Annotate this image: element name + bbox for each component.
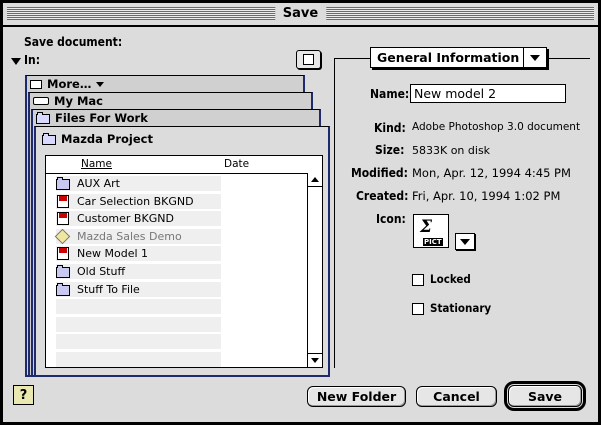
in-label: In: bbox=[24, 53, 41, 67]
cancel-button[interactable]: Cancel bbox=[416, 386, 497, 407]
pict-icon-badge: PICT bbox=[423, 238, 443, 246]
help-button[interactable]: ? bbox=[13, 385, 34, 405]
scroll-down-arrow-icon[interactable] bbox=[308, 353, 322, 367]
list-header: Name Date bbox=[46, 156, 322, 174]
file-list[interactable]: Name Date AUX Art Car Selection BKGND Cust… bbox=[45, 155, 323, 368]
current-folder-header[interactable]: Mazda Project bbox=[38, 131, 322, 147]
kind-label: Kind: bbox=[374, 121, 406, 135]
column-date-header[interactable]: Date bbox=[224, 158, 249, 170]
empty-row bbox=[56, 334, 221, 350]
name-field[interactable]: New model 2 bbox=[410, 84, 566, 103]
alias-icon bbox=[56, 230, 70, 243]
icon-menu-button[interactable] bbox=[455, 233, 475, 250]
chevron-down-icon bbox=[523, 48, 546, 67]
folder-icon bbox=[56, 282, 70, 296]
folder-files-for-work-label: Files For Work bbox=[55, 111, 148, 125]
folder-more-label: More… bbox=[47, 77, 92, 91]
empty-row bbox=[56, 316, 221, 332]
list-item-name: Old Stuff bbox=[77, 265, 126, 278]
empty-row bbox=[56, 299, 221, 315]
icon-label: Icon: bbox=[376, 212, 406, 226]
locked-checkbox[interactable] bbox=[412, 274, 424, 286]
info-popup-label: General Information bbox=[377, 50, 520, 65]
list-item[interactable]: Old Stuff bbox=[56, 263, 266, 280]
save-button[interactable]: Save bbox=[504, 381, 586, 411]
scroll-up-arrow-icon[interactable] bbox=[308, 173, 322, 187]
list-item-name: Car Selection BKGND bbox=[77, 194, 194, 208]
disk-icon bbox=[33, 97, 49, 105]
folder-icon bbox=[56, 265, 70, 278]
folder-icon bbox=[56, 177, 70, 190]
column-name-header[interactable]: Name bbox=[81, 158, 112, 170]
info-popup-menu[interactable]: General Information bbox=[370, 47, 547, 68]
list-item[interactable]: Car Selection BKGND bbox=[56, 193, 266, 210]
locked-label: Locked bbox=[430, 272, 471, 286]
list-item-name: Customer BKGND bbox=[77, 212, 174, 226]
list-item-name: Stuff To File bbox=[77, 282, 140, 296]
chevron-down-icon bbox=[460, 238, 470, 245]
empty-row bbox=[56, 352, 221, 367]
size-value: 5833K on disk bbox=[412, 144, 491, 157]
desktop-icon bbox=[303, 54, 314, 65]
created-value: Fri, Apr. 10, 1994 1:02 PM bbox=[412, 189, 561, 203]
list-item[interactable]: New Model 1 bbox=[56, 245, 266, 262]
created-label: Created: bbox=[356, 189, 409, 203]
folder-tab-files-for-work[interactable]: Files For Work bbox=[32, 110, 324, 126]
modified-label: Modified: bbox=[351, 166, 408, 180]
desktop-button[interactable] bbox=[296, 50, 321, 69]
document-icon bbox=[56, 247, 70, 261]
list-item-name: New Model 1 bbox=[77, 247, 149, 261]
current-folder-label: Mazda Project bbox=[61, 132, 153, 146]
list-item[interactable]: Stuff To File bbox=[56, 281, 266, 298]
list-item-name: Mazda Sales Demo bbox=[77, 229, 182, 243]
new-folder-button[interactable]: New Folder bbox=[307, 386, 406, 407]
stationary-checkbox[interactable] bbox=[412, 303, 424, 315]
in-disclosure-triangle-icon[interactable] bbox=[11, 58, 21, 65]
folder-icon bbox=[36, 112, 50, 124]
name-label: Name: bbox=[370, 87, 410, 101]
window-title: Save bbox=[274, 6, 327, 21]
modified-value: Mon, Apr. 12, 1994 4:45 PM bbox=[412, 166, 571, 180]
vertical-scrollbar[interactable] bbox=[307, 173, 322, 367]
list-item[interactable]: Customer BKGND bbox=[56, 210, 266, 227]
document-icon bbox=[56, 194, 70, 208]
help-icon: ? bbox=[19, 387, 28, 403]
size-label: Size: bbox=[375, 143, 405, 157]
list-item[interactable]: Mazda Sales Demo bbox=[56, 228, 266, 245]
stationary-label: Stationary bbox=[430, 301, 492, 315]
title-bar[interactable]: Save bbox=[3, 3, 598, 27]
folder-icon bbox=[42, 133, 56, 145]
stack-icon bbox=[30, 79, 42, 89]
list-item[interactable]: AUX Art bbox=[56, 175, 266, 192]
folder-tab-my-mac[interactable]: My Mac bbox=[29, 93, 316, 109]
kind-value: Adobe Photoshop 3.0 document bbox=[412, 121, 581, 133]
list-item-name: AUX Art bbox=[77, 177, 120, 190]
save-document-label: Save document: bbox=[24, 35, 123, 49]
pict-file-icon: Σ PICT bbox=[413, 214, 449, 248]
document-icon bbox=[56, 212, 70, 226]
folder-tab-more[interactable]: More… bbox=[26, 76, 308, 92]
chevron-down-icon bbox=[96, 81, 105, 87]
icon-art: Σ bbox=[420, 217, 433, 237]
folder-my-mac-label: My Mac bbox=[54, 94, 103, 108]
info-panel bbox=[334, 58, 590, 368]
